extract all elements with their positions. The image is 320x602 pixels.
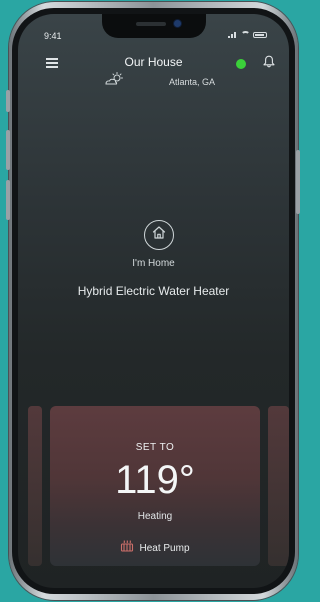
- volume-up-button: [6, 130, 10, 170]
- speaker-grille: [136, 22, 166, 26]
- mode-label: Heat Pump: [139, 542, 190, 554]
- partly-sunny-icon: [104, 72, 126, 91]
- volume-down-button: [6, 180, 10, 220]
- front-camera: [174, 20, 181, 27]
- status-time: 9:41: [44, 31, 62, 41]
- status-icons: [228, 31, 267, 38]
- heating-status: Heating: [137, 511, 173, 522]
- battery-icon: [253, 31, 267, 38]
- silent-switch: [6, 90, 10, 112]
- notch: [102, 14, 206, 38]
- location-label: Atlanta, GA: [169, 77, 216, 87]
- power-button: [296, 150, 300, 214]
- mode-row: Heat Pump: [50, 539, 260, 557]
- house-icon: [151, 225, 167, 245]
- home-status-button[interactable]: [144, 220, 174, 250]
- set-to-label: SET TO: [135, 442, 175, 453]
- heat-pump-icon: [120, 539, 134, 557]
- home-status-label: I'm Home: [132, 258, 175, 269]
- cellular-signal-icon: [228, 31, 238, 38]
- app-screen: 9:41 Our House Atlanta, GA I'm Home Hybr…: [18, 14, 289, 588]
- bell-icon[interactable]: [263, 55, 275, 73]
- page-title: Our House: [124, 55, 183, 69]
- next-card-peek[interactable]: [268, 406, 289, 566]
- wifi-icon: [241, 31, 250, 38]
- setpoint-temperature: 119°: [115, 458, 195, 502]
- device-name: Hybrid Electric Water Heater: [77, 284, 230, 298]
- previous-card-peek[interactable]: [28, 406, 42, 566]
- connection-status-dot: [236, 59, 246, 69]
- setpoint-card[interactable]: SET TO 119° Heating Heat Pump: [50, 406, 260, 566]
